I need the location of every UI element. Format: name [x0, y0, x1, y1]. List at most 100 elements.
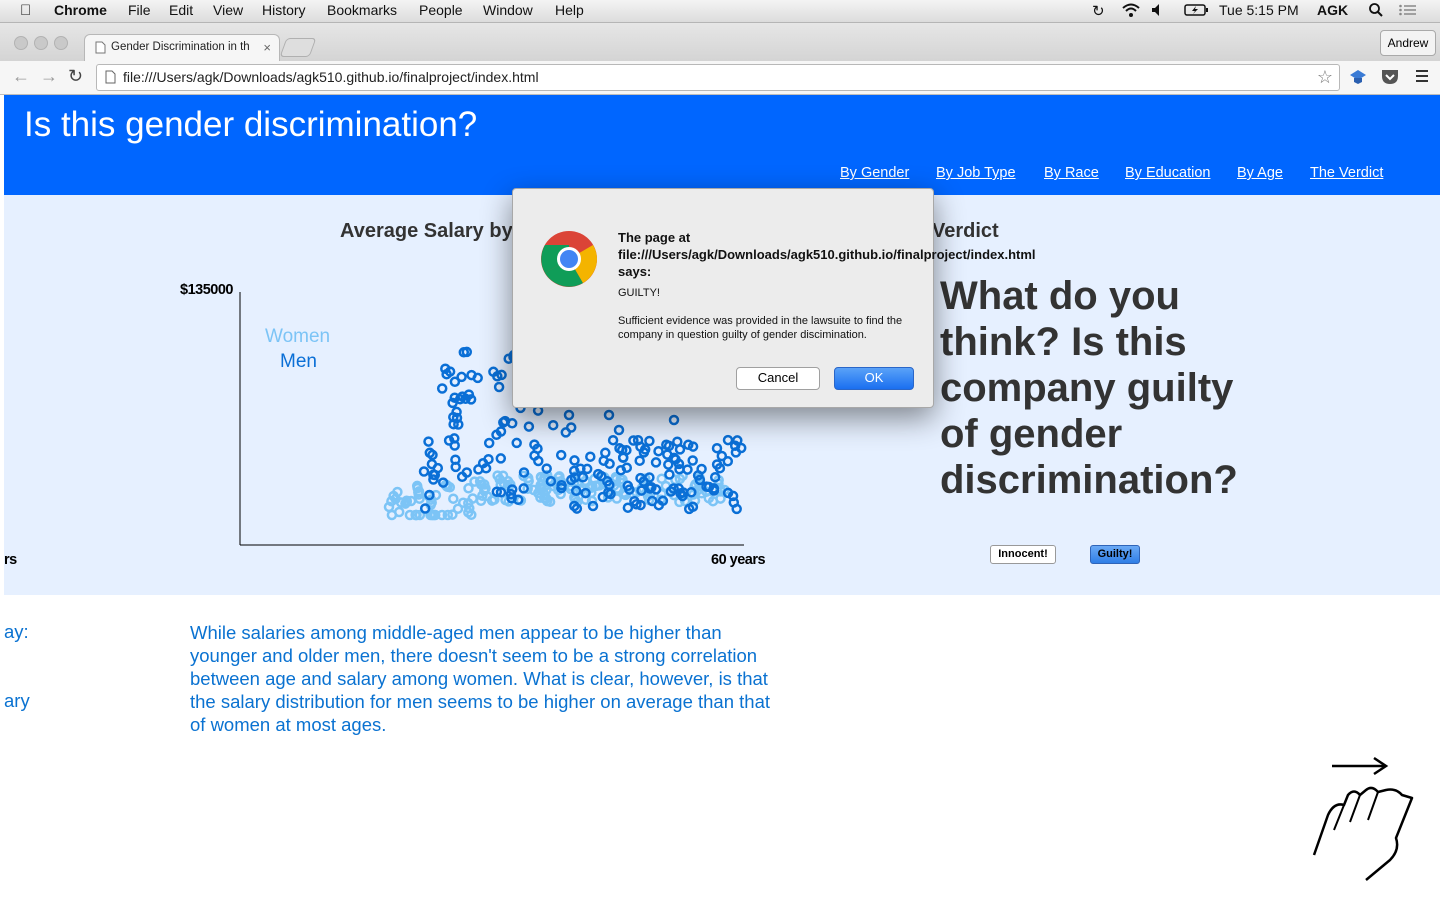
pocket-icon[interactable]: [1380, 68, 1400, 91]
battery-icon[interactable]: [1184, 2, 1210, 21]
minimize-window-icon[interactable]: [34, 36, 48, 50]
menu-app-name[interactable]: Chrome: [54, 2, 107, 18]
scatter-point: [404, 509, 416, 521]
dialog-detail: Sufficient evidence was provided in the …: [618, 315, 903, 341]
scatter-point: [511, 437, 522, 449]
scatter-point: [730, 447, 742, 458]
menu-history[interactable]: History: [262, 2, 306, 18]
menu-user[interactable]: AGK: [1317, 2, 1348, 18]
chart-title: Average Salary by: [340, 220, 513, 242]
scatter-point: [541, 463, 552, 474]
file-icon: [105, 70, 116, 87]
alert-dialog: The page at file:///Users/agk/Downloads/…: [512, 188, 1036, 408]
scatter-point: [653, 445, 664, 457]
scatter-point: [498, 417, 509, 428]
chrome-menu-icon[interactable]: [1415, 67, 1429, 88]
spotlight-icon[interactable]: [1368, 2, 1384, 21]
chrome-logo-icon: [541, 231, 597, 287]
scatter-point: [731, 503, 742, 515]
tab-close-icon[interactable]: ×: [263, 40, 271, 55]
scatter-point: [682, 464, 693, 475]
site-header: Is this gender discrimination? By Gender…: [4, 95, 1440, 195]
scatter-point: [418, 466, 430, 477]
legend-women: Women: [265, 326, 331, 347]
nav-by-job-type[interactable]: By Job Type: [936, 165, 1016, 181]
scatter-point: [722, 456, 734, 467]
scatter-point: [663, 459, 674, 470]
scatter-point: [585, 451, 596, 462]
scatter-point: [580, 487, 591, 499]
scatter-point: [419, 503, 431, 514]
x-axis-min-label: rs: [4, 552, 17, 568]
menu-bar:  Chrome File Edit View History Bookmark…: [0, 0, 1440, 23]
back-icon[interactable]: ←: [12, 66, 30, 87]
tab-title: Gender Discrimination in th: [111, 41, 250, 53]
menu-people[interactable]: People: [419, 2, 463, 18]
scatter-point: [483, 437, 495, 449]
y-axis-max-label: $135000: [180, 282, 233, 298]
extension-cap-icon[interactable]: [1349, 68, 1367, 91]
dialog-ok-button[interactable]: OK: [834, 367, 914, 390]
menu-view[interactable]: View: [213, 2, 243, 18]
scatter-point: [653, 499, 665, 511]
apple-icon[interactable]: : [20, 2, 31, 19]
scatter-point: [493, 381, 505, 393]
guilty-button[interactable]: Guilty!: [1090, 545, 1140, 564]
scatter-point: [569, 455, 580, 466]
page-icon: [95, 41, 106, 57]
scatter-point: [475, 495, 487, 507]
scatter-point: [450, 461, 461, 473]
nav-by-gender[interactable]: By Gender: [840, 165, 909, 181]
scatter-point: [711, 442, 723, 454]
scatter-point: [495, 426, 507, 437]
scatter-point: [495, 453, 507, 464]
scatter-point: [563, 409, 575, 421]
menu-edit[interactable]: Edit: [169, 2, 193, 18]
dialog-cancel-button[interactable]: Cancel: [736, 367, 820, 390]
profile-button[interactable]: Andrew: [1380, 30, 1436, 56]
scatter-point: [687, 455, 698, 466]
scatter-point: [486, 495, 498, 506]
bookmark-star-icon[interactable]: ☆: [1317, 67, 1333, 88]
scatter-point: [383, 501, 395, 513]
narrative-section: ay: ary While salaries among middle-aged…: [4, 595, 1440, 900]
scatter-point: [472, 372, 483, 384]
swipe-gesture-icon[interactable]: [1304, 750, 1424, 890]
scatter-point: [426, 458, 438, 470]
scatter-point: [708, 485, 720, 496]
scatter-point: [555, 449, 567, 461]
menu-file[interactable]: File: [128, 2, 151, 18]
scatter-point: [613, 424, 625, 436]
menu-help[interactable]: Help: [555, 2, 584, 18]
forward-icon[interactable]: →: [40, 66, 58, 87]
wifi-icon[interactable]: [1121, 2, 1141, 21]
scatter-point: [622, 502, 634, 513]
notification-center-icon[interactable]: [1398, 2, 1418, 21]
scatter-point: [469, 476, 480, 487]
time-machine-icon[interactable]: ↻: [1092, 2, 1105, 20]
nav-by-age[interactable]: By Age: [1237, 165, 1283, 181]
scatter-point: [488, 366, 499, 378]
side-label-2: ary: [4, 690, 30, 711]
menu-clock[interactable]: Tue 5:15 PM: [1219, 2, 1299, 18]
zoom-window-icon[interactable]: [54, 36, 68, 50]
scatter-point: [477, 457, 489, 469]
menu-bookmarks[interactable]: Bookmarks: [327, 2, 397, 18]
scatter-point: [662, 449, 673, 460]
page-title: Is this gender discrimination?: [24, 105, 478, 144]
reload-icon[interactable]: ↻: [68, 66, 83, 87]
scatter-point: [650, 457, 662, 468]
nav-by-education[interactable]: By Education: [1125, 165, 1210, 181]
address-bar[interactable]: file:///Users/agk/Downloads/agk510.githu…: [96, 64, 1340, 91]
menu-window[interactable]: Window: [483, 2, 533, 18]
browser-tab[interactable]: Gender Discrimination in th ×: [84, 34, 280, 62]
close-window-icon[interactable]: [14, 36, 28, 50]
dialog-verdict: GUILTY!: [618, 287, 660, 299]
narrative-text: While salaries among middle-aged men app…: [190, 622, 771, 735]
verdict-title: Verdict: [932, 220, 999, 242]
innocent-button[interactable]: Innocent!: [990, 545, 1056, 564]
volume-icon[interactable]: [1150, 2, 1166, 21]
nav-the-verdict[interactable]: The Verdict: [1310, 165, 1383, 181]
nav-by-race[interactable]: By Race: [1044, 165, 1099, 181]
url-text: file:///Users/agk/Downloads/agk510.githu…: [123, 69, 539, 85]
